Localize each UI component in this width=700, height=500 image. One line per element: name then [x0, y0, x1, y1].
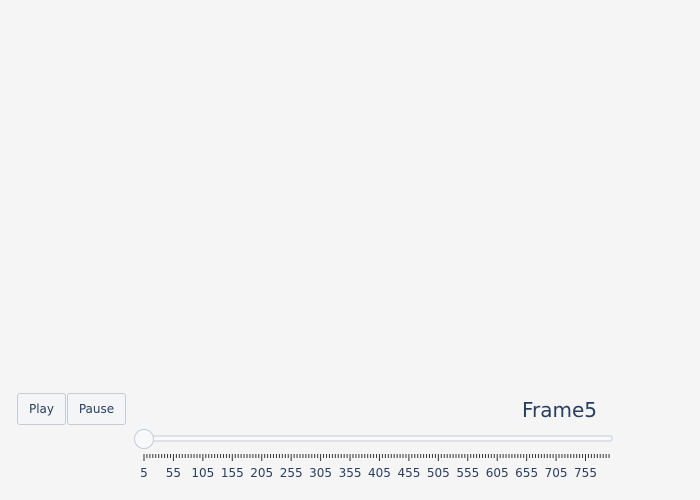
tick-label: 705 [545, 466, 568, 480]
tick-label: 205 [250, 466, 273, 480]
tick-label: 505 [427, 466, 450, 480]
frame-slider[interactable]: 5 55 105 155 205 255 305 355 405 455 505 555 605 655 7… [0, 0, 700, 500]
tick-label: 355 [339, 466, 362, 480]
tick-label: 605 [486, 466, 509, 480]
tick-label: 105 [191, 466, 214, 480]
tick-label: 555 [456, 466, 479, 480]
tick-label: 405 [368, 466, 391, 480]
tick-label: 55 [166, 466, 181, 480]
plot-canvas: Play Pause Frame5 5 55 105 155 205 255 305 355 4… [0, 0, 700, 500]
slider-ticks [143, 454, 610, 461]
tick-label: 455 [397, 466, 420, 480]
tick-label: 755 [574, 466, 597, 480]
tick-label: 305 [309, 466, 332, 480]
tick-label: 655 [515, 466, 538, 480]
slider-rail[interactable] [143, 435, 613, 442]
tick-label: 255 [280, 466, 303, 480]
tick-label: 5 [140, 466, 148, 480]
slider-grip[interactable] [134, 429, 154, 449]
slider-tick-labels: 5 55 105 155 205 255 305 355 405 455 505 555 605 655 7… [140, 466, 597, 480]
tick-label: 155 [221, 466, 244, 480]
